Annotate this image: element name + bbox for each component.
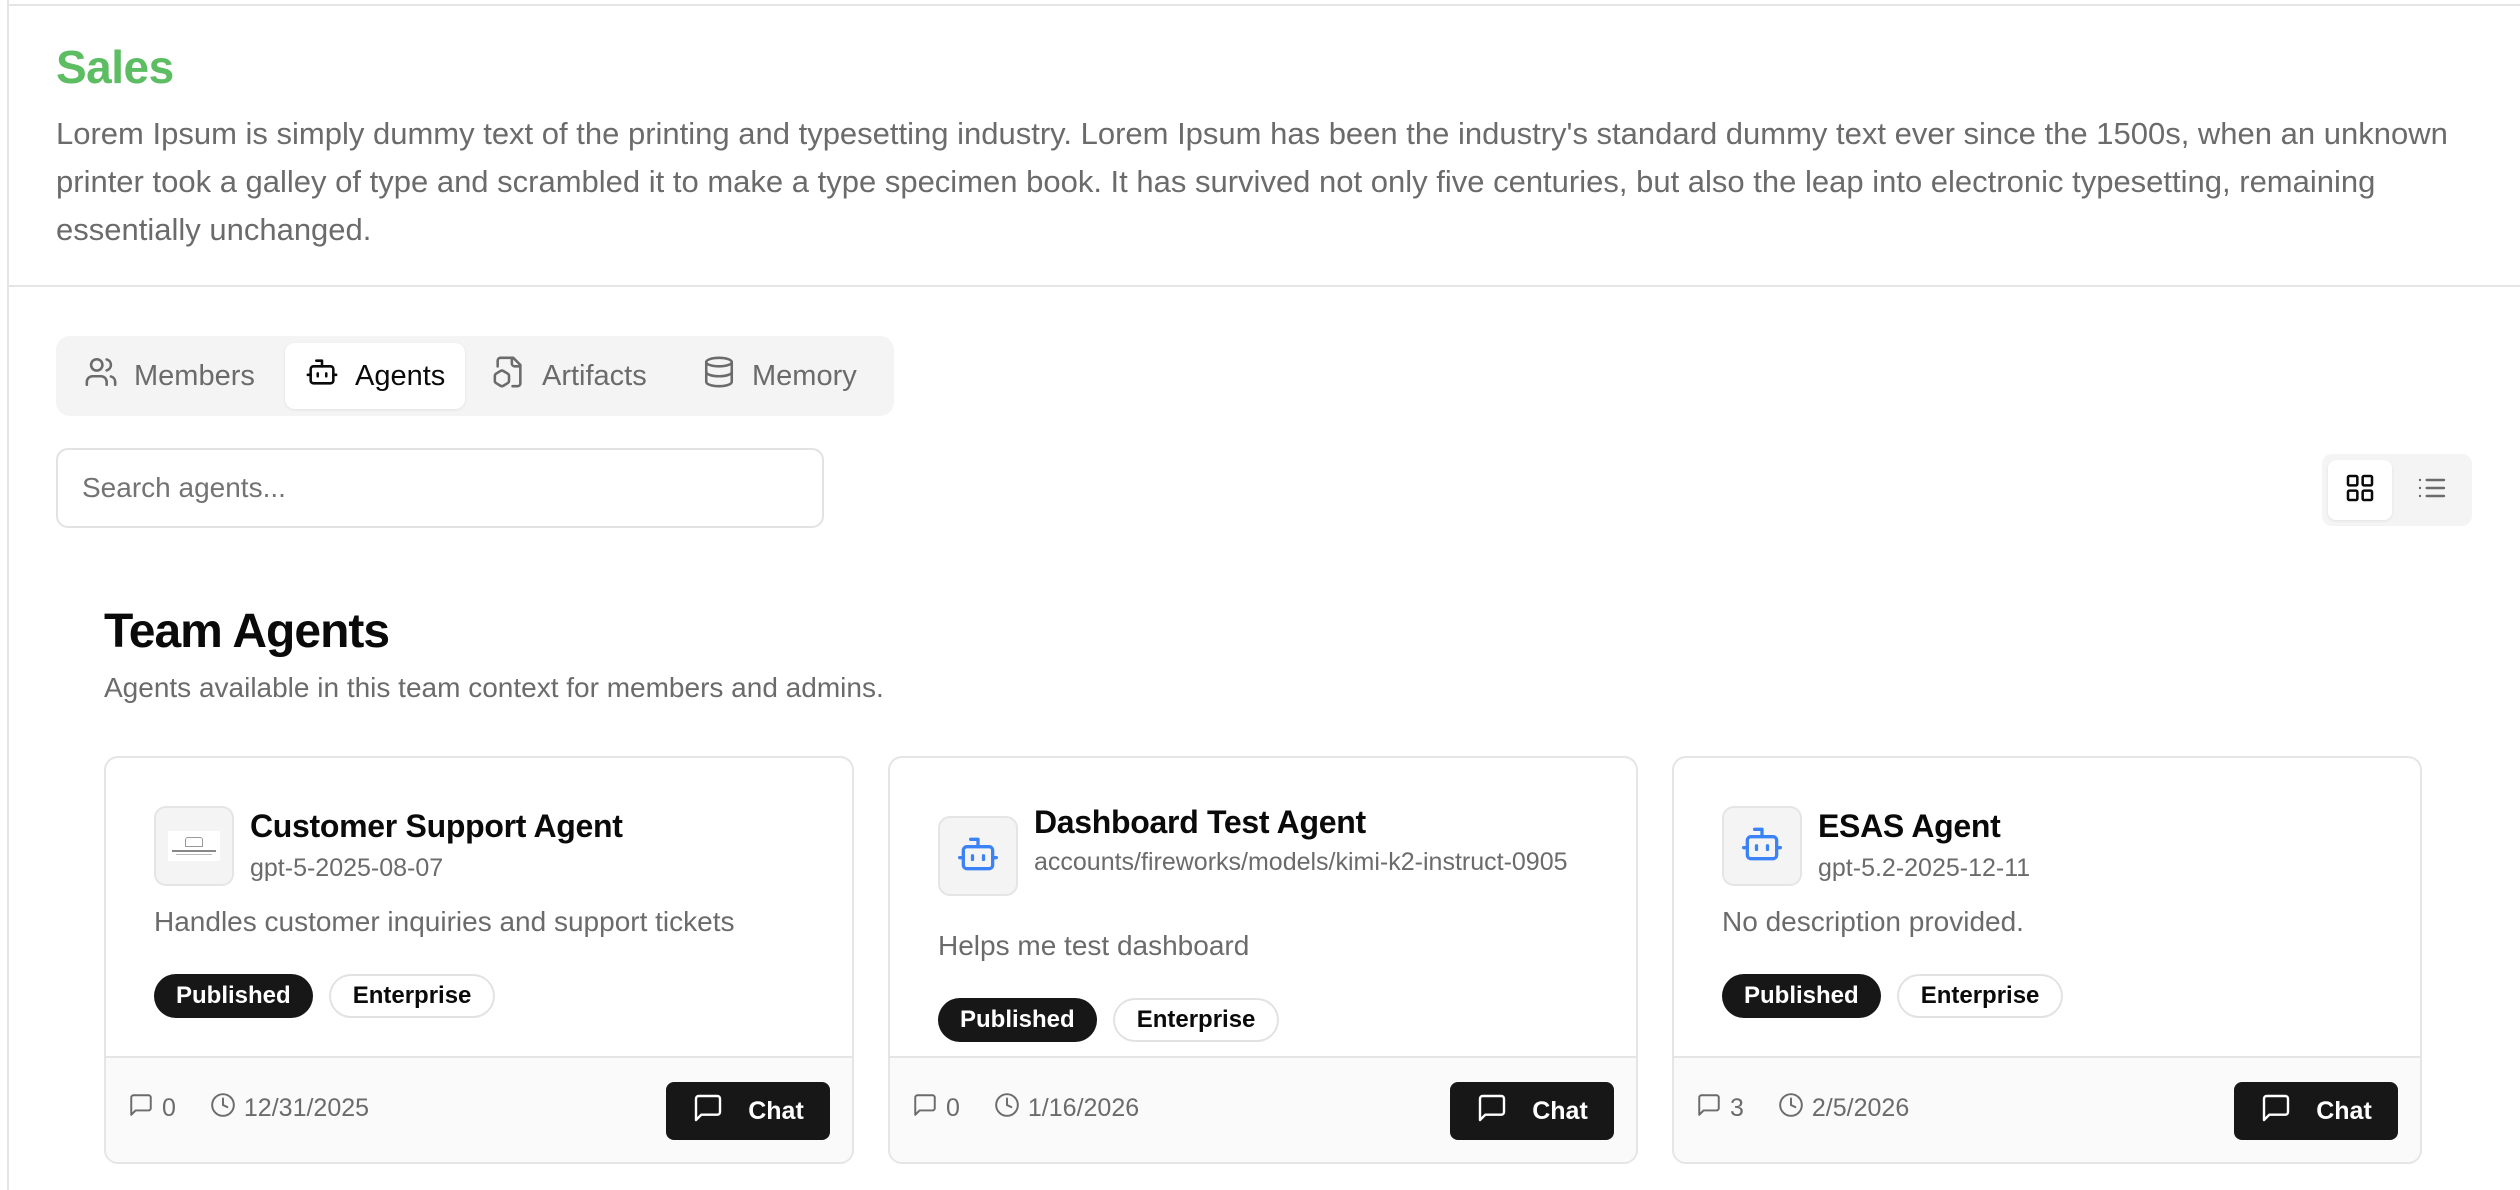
clock-icon	[994, 1092, 1020, 1125]
chat-count: 0	[946, 1094, 960, 1122]
message-square-icon	[2260, 1092, 2292, 1131]
message-square-icon	[692, 1092, 724, 1131]
search-input[interactable]	[56, 448, 824, 528]
chat-count: 3	[1730, 1094, 1744, 1122]
tab-label: Members	[134, 359, 255, 392]
chat-button[interactable]: Chat	[666, 1082, 830, 1140]
agent-model: accounts/fireworks/models/kimi-k2-instru…	[1034, 848, 1568, 876]
chat-button-label: Chat	[2316, 1096, 2372, 1125]
chat-count: 0	[162, 1094, 176, 1122]
status-badge: Published	[938, 998, 1097, 1042]
tier-badge: Enterprise	[328, 974, 496, 1018]
badge-group: Published Enterprise	[154, 974, 496, 1018]
agent-card[interactable]: ESAS Agent gpt-5.2-2025-12-11 No descrip…	[1672, 756, 2422, 1164]
section-subtitle: Agents available in this team context fo…	[104, 672, 884, 703]
agent-name: Dashboard Test Agent	[1034, 804, 1366, 840]
list-view-button[interactable]	[2400, 460, 2464, 520]
agent-model: gpt-5-2025-08-07	[250, 854, 444, 882]
clock-icon	[210, 1092, 236, 1125]
message-icon	[1696, 1092, 1722, 1125]
view-toggle	[2322, 454, 2472, 526]
agent-avatar	[1722, 806, 1802, 886]
status-badge: Published	[1722, 974, 1881, 1018]
agent-avatar	[154, 806, 234, 886]
status-badge: Published	[154, 974, 313, 1018]
tab-memory[interactable]: Memory	[682, 343, 877, 409]
updated-date: 2/5/2026	[1811, 1094, 1910, 1122]
file-box-icon	[492, 355, 526, 397]
chat-button[interactable]: Chat	[1450, 1082, 1614, 1140]
list-icon	[2416, 472, 2448, 509]
agent-card[interactable]: Customer Support Agent gpt-5-2025-08-07 …	[104, 756, 854, 1164]
message-square-icon	[1476, 1092, 1508, 1131]
database-icon	[702, 355, 736, 397]
frame-divider	[7, 4, 2520, 6]
agent-name: Customer Support Agent	[250, 808, 623, 844]
tab-label: Memory	[752, 359, 857, 392]
chat-button-label: Chat	[1532, 1096, 1588, 1125]
badge-group: Published Enterprise	[938, 998, 1280, 1042]
tier-badge: Enterprise	[1112, 998, 1280, 1042]
page-description: Lorem Ipsum is simply dummy text of the …	[56, 116, 2448, 247]
tab-agents[interactable]: Agents	[285, 343, 466, 409]
updated-date: 1/16/2026	[1027, 1094, 1140, 1122]
header-divider	[7, 285, 2520, 287]
grid-icon	[2344, 472, 2376, 509]
agent-avatar	[938, 816, 1018, 896]
card-meta: 3 2/5/2026	[1696, 1092, 1909, 1125]
section-title: Team Agents	[104, 605, 390, 658]
card-meta: 0 1/16/2026	[912, 1092, 1139, 1125]
bot-icon	[1740, 822, 1784, 871]
updated-date: 12/31/2025	[243, 1094, 370, 1122]
bot-icon	[956, 832, 1000, 881]
message-icon	[128, 1092, 154, 1125]
card-meta: 0 12/31/2025	[128, 1092, 369, 1125]
badge-group: Published Enterprise	[1722, 974, 2064, 1018]
tab-artifacts[interactable]: Artifacts	[472, 343, 667, 409]
frame-divider	[7, 0, 9, 1190]
team-page: Sales Lorem Ipsum is simply dummy text o…	[0, 0, 2520, 1190]
agent-description: Helps me test dashboard	[938, 930, 1250, 961]
card-footer: 3 2/5/2026 Chat	[1674, 1056, 2420, 1162]
agent-card[interactable]: Dashboard Test Agent accounts/fireworks/…	[888, 756, 1638, 1164]
logo-image	[168, 831, 220, 861]
card-footer: 0 12/31/2025 Chat	[106, 1056, 852, 1162]
agent-name: ESAS Agent	[1818, 808, 2001, 844]
page-title: Sales	[56, 41, 174, 93]
bot-icon	[305, 355, 339, 397]
clock-icon	[1778, 1092, 1804, 1125]
agent-description: No description provided.	[1722, 906, 2024, 937]
card-footer: 0 1/16/2026 Chat	[890, 1056, 1636, 1162]
message-icon	[912, 1092, 938, 1125]
tab-label: Agents	[355, 359, 446, 392]
tab-label: Artifacts	[542, 359, 647, 392]
tab-bar: Members Agents Artifacts Memory	[56, 336, 894, 416]
tab-members[interactable]: Members	[64, 343, 275, 409]
agent-model: gpt-5.2-2025-12-11	[1818, 854, 2031, 882]
tier-badge: Enterprise	[1896, 974, 2064, 1018]
agent-description: Handles customer inquiries and support t…	[154, 906, 735, 937]
chat-button[interactable]: Chat	[2234, 1082, 2398, 1140]
users-icon	[84, 355, 118, 397]
chat-button-label: Chat	[748, 1096, 804, 1125]
grid-view-button[interactable]	[2328, 460, 2392, 520]
